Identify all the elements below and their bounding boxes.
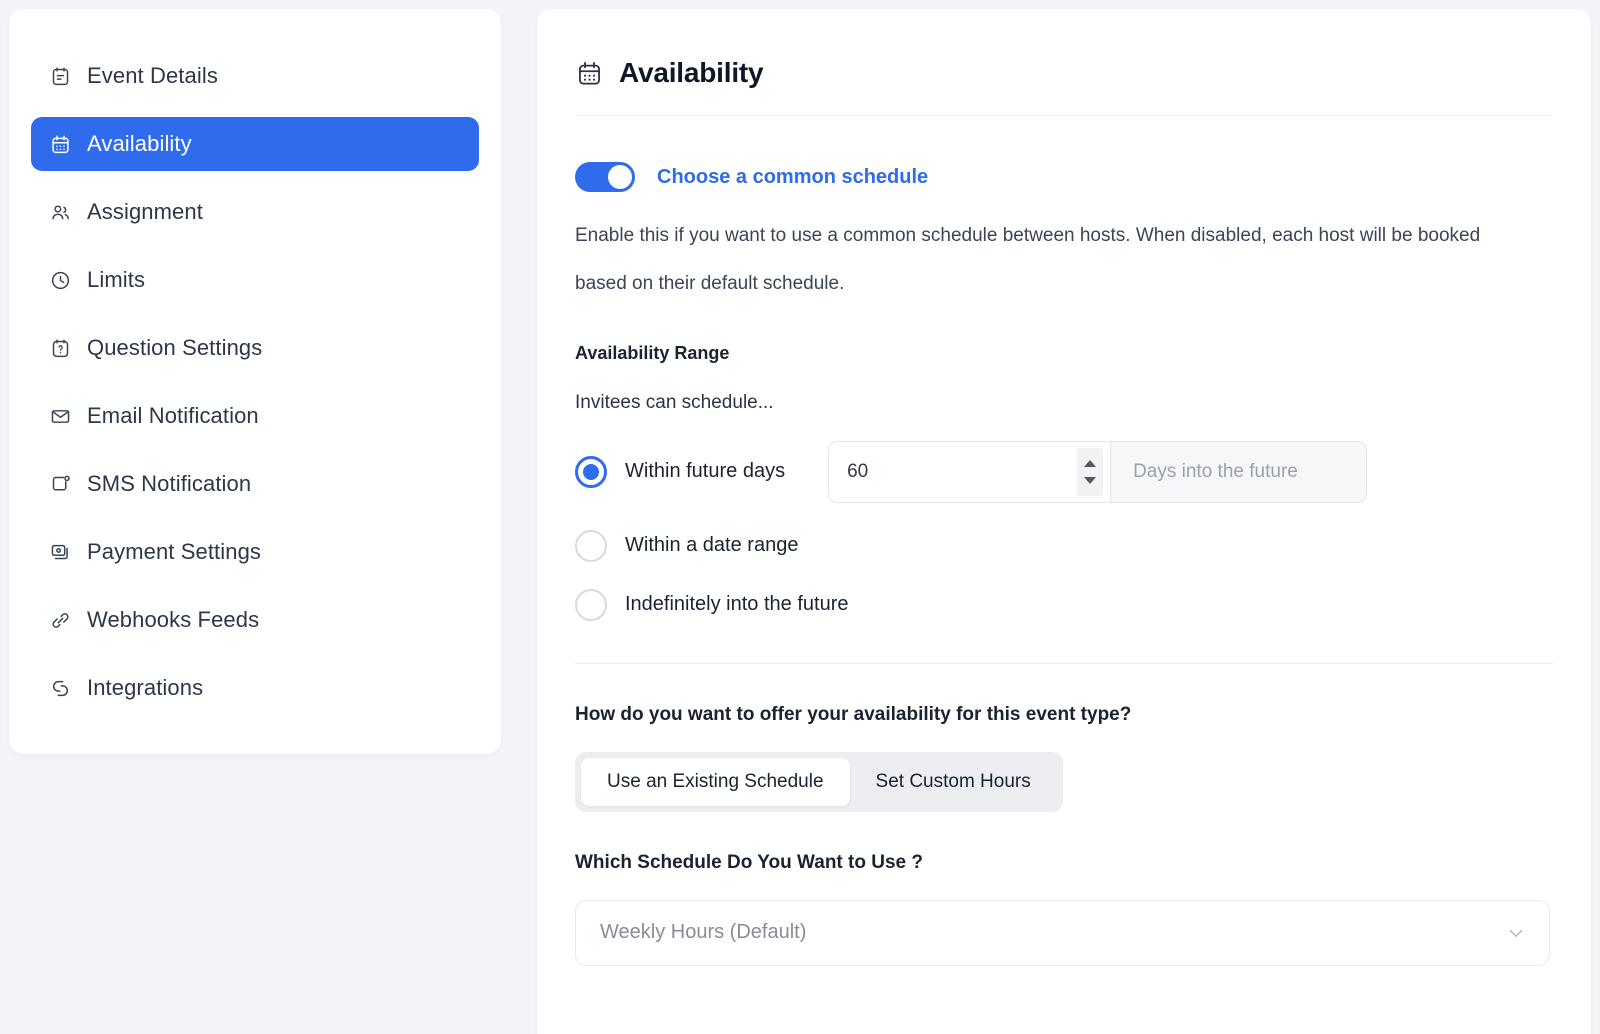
option-within-date-range[interactable]: Within a date range (575, 529, 1553, 562)
days-stepper[interactable] (1077, 447, 1104, 496)
sidebar-item-label: Webhooks Feeds (87, 607, 260, 632)
invitees-can-schedule-label: Invitees can schedule... (575, 391, 774, 413)
calendar-grid-icon (575, 59, 603, 87)
sidebar-item-assignment[interactable]: Assignment (31, 185, 479, 239)
sidebar-item-payment-settings[interactable]: Payment Settings (31, 525, 479, 579)
schedule-select-value: Weekly Hours (Default) (600, 921, 807, 944)
sidebar-item-label: Payment Settings (87, 539, 262, 564)
panel-header: Availability (575, 9, 1553, 116)
sidebar-item-label: Limits (87, 267, 146, 292)
radio-label[interactable]: Within a date range (625, 534, 798, 557)
sidebar-item-availability[interactable]: Availability (31, 117, 479, 171)
link-icon (49, 609, 71, 631)
toggle-knob (608, 165, 632, 189)
availability-panel: Availability Choose a common schedule En… (537, 9, 1591, 1034)
calendar-question-icon (49, 337, 71, 359)
days-suffix-label: Days into the future (1111, 440, 1368, 503)
integrations-icon (49, 677, 71, 699)
sidebar-item-sms-notification[interactable]: SMS Notification (31, 457, 479, 511)
sidebar-item-question-settings[interactable]: Question Settings (31, 321, 479, 375)
common-schedule-toggle[interactable] (575, 162, 635, 192)
days-input-wrapper (828, 440, 1112, 503)
users-icon (49, 201, 71, 223)
section-divider (575, 662, 1553, 664)
option-indefinitely-into-future[interactable]: Indefinitely into the future (575, 588, 1553, 621)
radio-indefinitely-into-future[interactable] (575, 588, 607, 621)
schedule-select[interactable]: Weekly Hours (Default) (575, 899, 1550, 966)
sidebar-item-label: Question Settings (87, 335, 263, 360)
sidebar-item-label: Availability (87, 131, 192, 156)
which-schedule-question: Which Schedule Do You Want to Use ? (575, 851, 923, 873)
radio-label[interactable]: Within future days (625, 460, 785, 483)
calendar-grid-icon (49, 133, 71, 155)
sidebar-item-webhooks-feeds[interactable]: Webhooks Feeds (31, 593, 479, 647)
page-title: Availability (619, 57, 764, 88)
tab-use-existing-schedule[interactable]: Use an Existing Schedule (581, 757, 850, 806)
sidebar-nav-list: Event Details Availability Assignment Li… (9, 49, 501, 715)
payment-cards-icon (49, 541, 71, 563)
clock-icon (49, 269, 71, 291)
sidebar-item-label: Assignment (87, 199, 203, 224)
days-input[interactable] (829, 441, 1055, 502)
sidebar-item-event-details[interactable]: Event Details (31, 49, 479, 103)
sidebar-item-label: SMS Notification (87, 471, 252, 496)
chevron-down-icon[interactable] (1084, 476, 1097, 484)
sidebar-item-integrations[interactable]: Integrations (31, 661, 479, 715)
common-schedule-toggle-row: Choose a common schedule (575, 162, 1553, 192)
settings-sidebar: Event Details Availability Assignment Li… (9, 9, 501, 754)
event-type-settings-page: Event Details Availability Assignment Li… (0, 0, 1600, 1034)
sidebar-item-email-notification[interactable]: Email Notification (31, 389, 479, 443)
offer-availability-question: How do you want to offer your availabili… (575, 703, 1132, 725)
radio-within-date-range[interactable] (575, 529, 607, 562)
radio-within-future-days[interactable] (575, 455, 607, 488)
chevron-up-icon[interactable] (1084, 459, 1097, 467)
sms-bubble-icon (49, 473, 71, 495)
sidebar-item-label: Integrations (87, 675, 204, 700)
envelope-icon (49, 405, 71, 427)
availability-range-label: Availability Range (575, 342, 730, 363)
calendar-lines-icon (49, 65, 71, 87)
availability-mode-tabs: Use an Existing Schedule Set Custom Hour… (575, 751, 1063, 812)
common-schedule-description: Enable this if you want to use a common … (575, 225, 1481, 295)
days-into-future-input-group: Days into the future (828, 440, 1368, 503)
option-within-future-days[interactable]: Within future days Days into the future (575, 440, 1553, 503)
common-schedule-label[interactable]: Choose a common schedule (657, 166, 928, 189)
radio-label[interactable]: Indefinitely into the future (625, 593, 848, 616)
sidebar-item-label: Event Details (87, 63, 218, 88)
sidebar-item-limits[interactable]: Limits (31, 253, 479, 307)
chevron-down-icon[interactable] (1505, 922, 1527, 944)
tab-set-custom-hours[interactable]: Set Custom Hours (850, 758, 1057, 806)
sidebar-item-label: Email Notification (87, 403, 259, 428)
